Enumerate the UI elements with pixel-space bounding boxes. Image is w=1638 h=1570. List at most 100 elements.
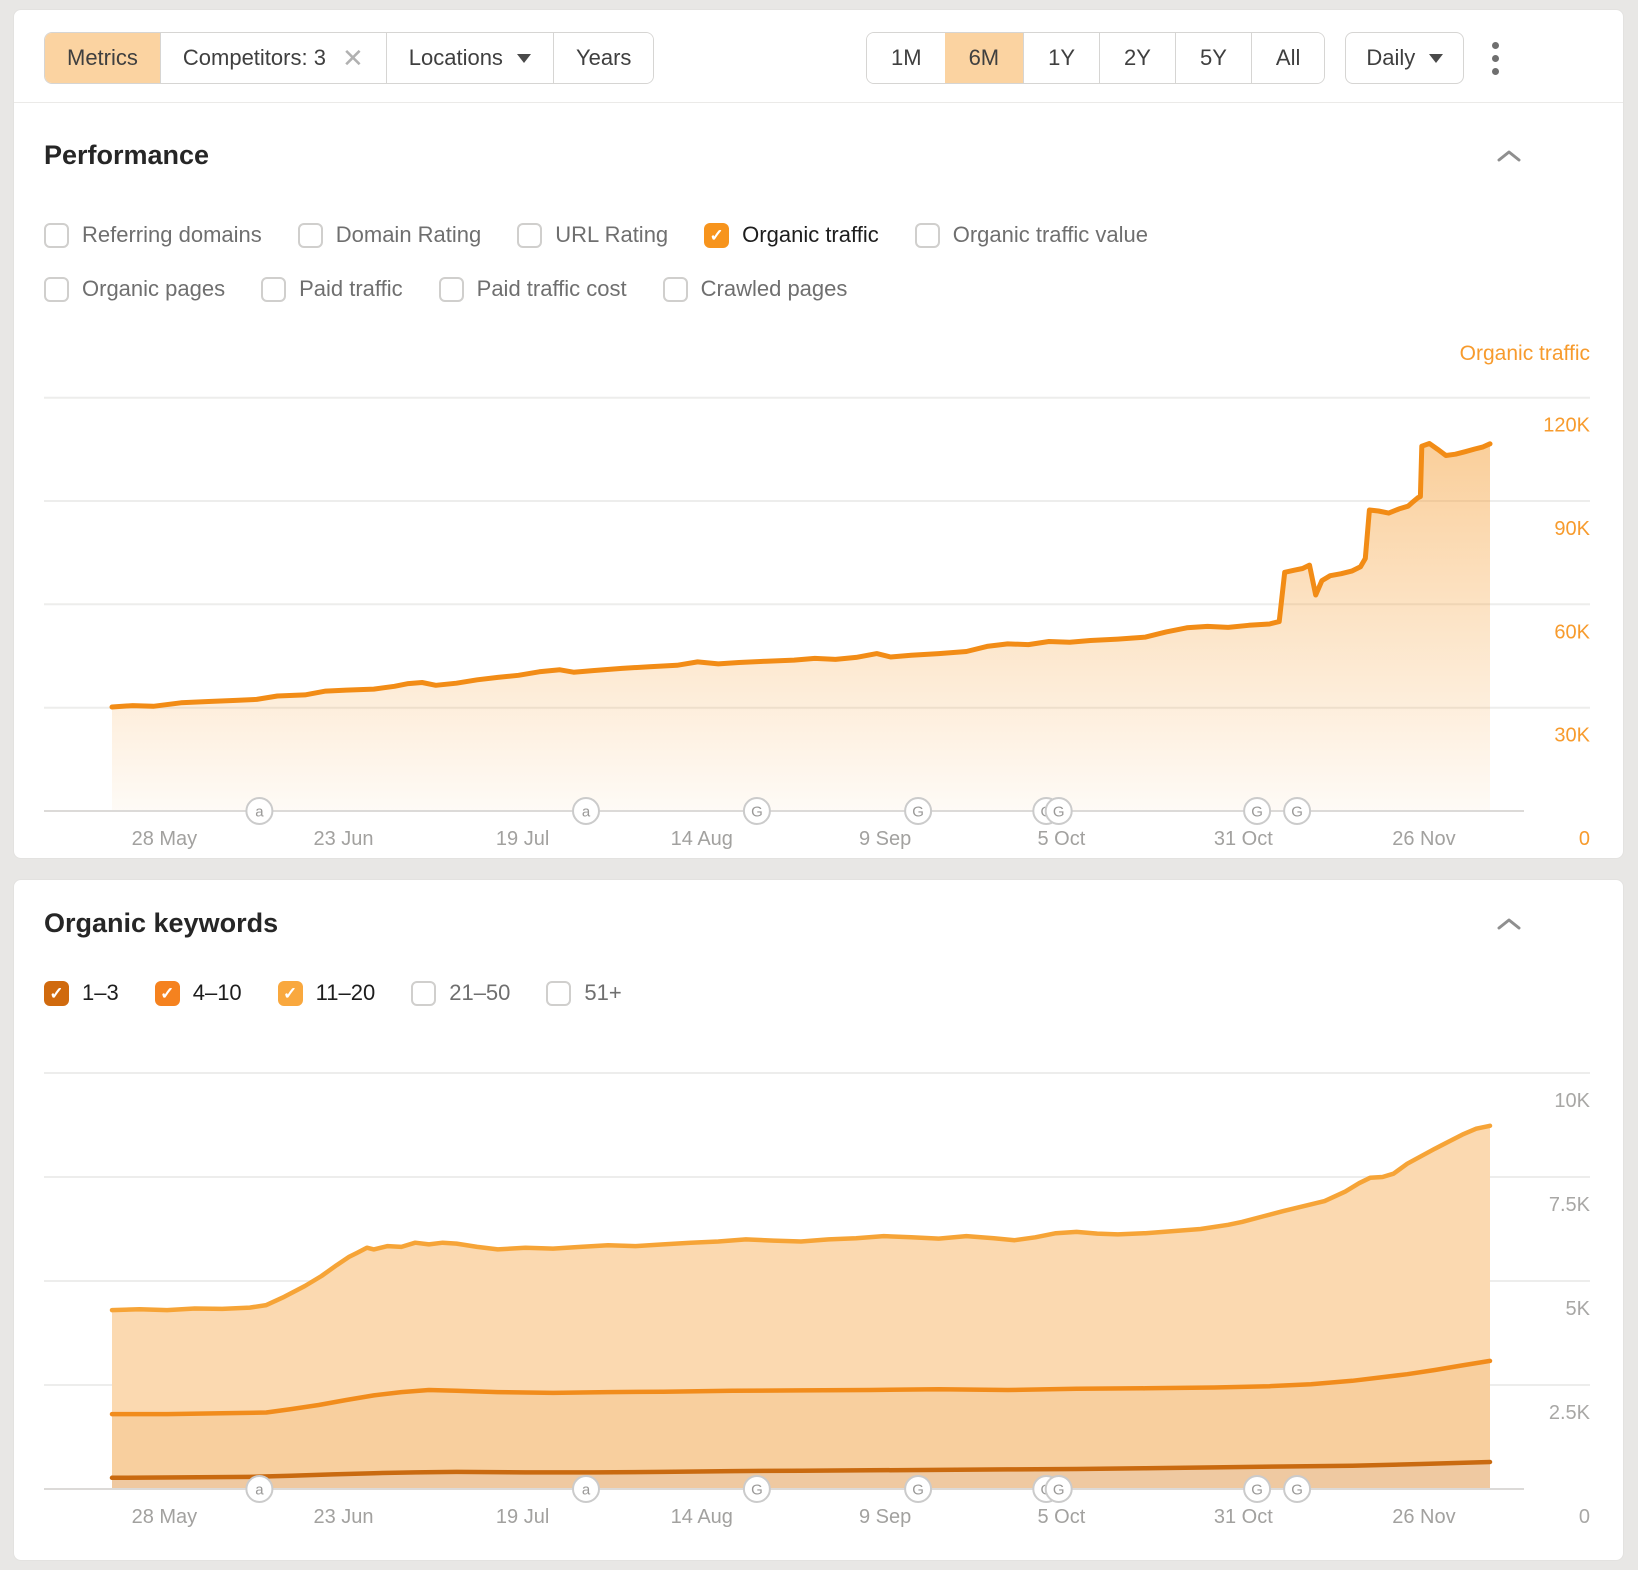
google-update-marker[interactable]: G (1284, 1476, 1310, 1502)
unchecked-checkbox-icon (44, 223, 69, 248)
range-button-5y[interactable]: 5Y (1175, 33, 1251, 83)
google-update-marker[interactable]: G (1046, 798, 1072, 824)
google-update-marker[interactable]: G (905, 1476, 931, 1502)
unchecked-checkbox-icon (517, 223, 542, 248)
range-button-1y[interactable]: 1Y (1023, 33, 1099, 83)
range-button-6m[interactable]: 6M (945, 33, 1024, 83)
x-axis-label: 31 Oct (1214, 1506, 1273, 1528)
toolbar-right: 1M6M1Y2Y5YAll Daily (866, 32, 1507, 84)
marker-letter: G (912, 804, 924, 821)
filter-chip-years[interactable]: Years (553, 33, 653, 83)
metric-checkbox-organic-pages[interactable]: Organic pages (44, 276, 225, 302)
area-fill-organic-traffic (112, 444, 1490, 812)
keyword-range-checkbox-11-20[interactable]: ✓11–20 (278, 980, 376, 1006)
y-axis-label: 30K (1554, 725, 1590, 747)
checkbox-label: 21–50 (449, 980, 510, 1006)
metric-checkbox-paid-traffic-cost[interactable]: Paid traffic cost (439, 276, 627, 302)
x-axis-label: 19 Jul (496, 828, 549, 850)
google-update-marker[interactable]: G (1244, 1476, 1270, 1502)
metric-checkbox-organic-traffic[interactable]: ✓ Organic traffic (704, 222, 879, 248)
range-button-1m[interactable]: 1M (867, 33, 946, 83)
google-update-marker[interactable]: G (1046, 1476, 1072, 1502)
x-axis-label: 26 Nov (1392, 828, 1455, 850)
range-button-all[interactable]: All (1251, 33, 1324, 83)
marker-letter: G (912, 1482, 924, 1499)
x-axis-label: 26 Nov (1392, 1506, 1455, 1528)
checkbox-label: Paid traffic cost (477, 276, 627, 302)
ahrefs-update-marker[interactable]: a (573, 798, 599, 824)
ahrefs-update-marker[interactable]: a (246, 798, 272, 824)
google-update-marker[interactable]: G (744, 1476, 770, 1502)
metric-checkbox-paid-traffic[interactable]: Paid traffic (261, 276, 403, 302)
filter-chip-label: Metrics (67, 45, 138, 71)
kebab-menu-icon[interactable] (1484, 36, 1507, 81)
filter-chip-label: Competitors: 3 (183, 45, 326, 71)
toolbar-divider (14, 102, 1623, 103)
y-axis-label: 7.5K (1549, 1194, 1591, 1216)
checkbox-label: 11–20 (316, 980, 376, 1006)
checkbox-label: Referring domains (82, 222, 262, 248)
unchecked-checkbox-icon (44, 277, 69, 302)
checkbox-label: Crawled pages (701, 276, 848, 302)
filter-chip-metrics[interactable]: Metrics (44, 33, 160, 83)
range-button-2y[interactable]: 2Y (1099, 33, 1175, 83)
checkbox-label: Domain Rating (336, 222, 482, 248)
x-axis-label: 23 Jun (313, 1506, 373, 1528)
google-update-marker[interactable]: G (744, 798, 770, 824)
marker-letter: a (582, 1482, 591, 1499)
keyword-range-checkbox-21-50[interactable]: 21–50 (411, 980, 510, 1006)
metric-checkbox-organic-traffic-value[interactable]: Organic traffic value (915, 222, 1148, 248)
collapse-chevron-up-icon[interactable] (1496, 916, 1522, 932)
metric-checkbox-url-rating[interactable]: URL Rating (517, 222, 668, 248)
filter-chip-competitors-3[interactable]: Competitors: 3 ✕ (160, 33, 386, 83)
metric-checkbox-referring-domains[interactable]: Referring domains (44, 222, 262, 248)
keywords-section-title: Organic keywords (44, 908, 278, 939)
y-axis-label: 2.5K (1549, 1402, 1591, 1424)
google-update-marker[interactable]: G (905, 798, 931, 824)
marker-letter: a (582, 804, 591, 821)
checkbox-label: Organic traffic (742, 222, 879, 248)
filter-chip-label: Locations (409, 45, 503, 71)
toolbar: Metrics Competitors: 3 ✕ Locations Years 1M6… (44, 32, 1593, 84)
google-update-marker[interactable]: G (1244, 798, 1270, 824)
metric-checkbox-domain-rating[interactable]: Domain Rating (298, 222, 482, 248)
chevron-down-icon (1429, 54, 1443, 63)
organic-traffic-chart[interactable]: aaGGGGGG28 May23 Jun19 Jul14 Aug9 Sep5 O… (44, 340, 1594, 852)
unchecked-checkbox-icon (411, 981, 436, 1006)
marker-letter: G (1251, 1482, 1263, 1499)
organic-keywords-chart[interactable]: aaGGGGGG28 May23 Jun19 Jul14 Aug9 Sep5 O… (44, 1030, 1594, 1558)
marker-letter: G (1053, 804, 1065, 821)
keyword-range-checkbox-4-10[interactable]: ✓4–10 (155, 980, 242, 1006)
ahrefs-update-marker[interactable]: a (573, 1476, 599, 1502)
y-axis-label: 120K (1543, 415, 1590, 437)
google-update-marker[interactable]: G (1284, 798, 1310, 824)
marker-letter: G (1291, 1482, 1303, 1499)
unchecked-checkbox-icon (261, 277, 286, 302)
y-axis-label: 0 (1579, 828, 1590, 850)
y-axis-label: 10K (1554, 1090, 1590, 1112)
x-axis-label: 28 May (132, 828, 198, 850)
checked-checkbox-icon: ✓ (704, 223, 729, 248)
y-axis-label: 5K (1566, 1298, 1591, 1320)
granularity-button[interactable]: Daily (1345, 32, 1464, 84)
collapse-chevron-up-icon[interactable] (1496, 148, 1522, 164)
keyword-range-checkbox-1-3[interactable]: ✓1–3 (44, 980, 119, 1006)
marker-letter: G (751, 804, 763, 821)
marker-letter: G (1053, 1482, 1065, 1499)
filter-chip-locations[interactable]: Locations (386, 33, 553, 83)
checkbox-label: 1–3 (82, 980, 119, 1006)
y-axis-label: 0 (1579, 1506, 1590, 1528)
x-axis-label: 31 Oct (1214, 828, 1273, 850)
filter-chip-group: Metrics Competitors: 3 ✕ Locations Years (44, 32, 654, 84)
x-axis-label: 9 Sep (859, 828, 911, 850)
keyword-ranges-row: ✓1–3✓4–10✓11–2021–5051+ (44, 980, 622, 1006)
close-icon[interactable]: ✕ (342, 45, 364, 71)
metric-checkbox-crawled-pages[interactable]: Crawled pages (663, 276, 848, 302)
x-axis-label: 19 Jul (496, 1506, 549, 1528)
marker-letter: a (255, 1482, 264, 1499)
performance-metrics-row-2: Organic pages Paid traffic Paid traffic co… (44, 276, 847, 302)
ahrefs-update-marker[interactable]: a (246, 1476, 272, 1502)
checked-checkbox-icon: ✓ (155, 981, 180, 1006)
keyword-range-checkbox-51[interactable]: 51+ (546, 980, 621, 1006)
filter-chip-label: Years (576, 45, 631, 71)
